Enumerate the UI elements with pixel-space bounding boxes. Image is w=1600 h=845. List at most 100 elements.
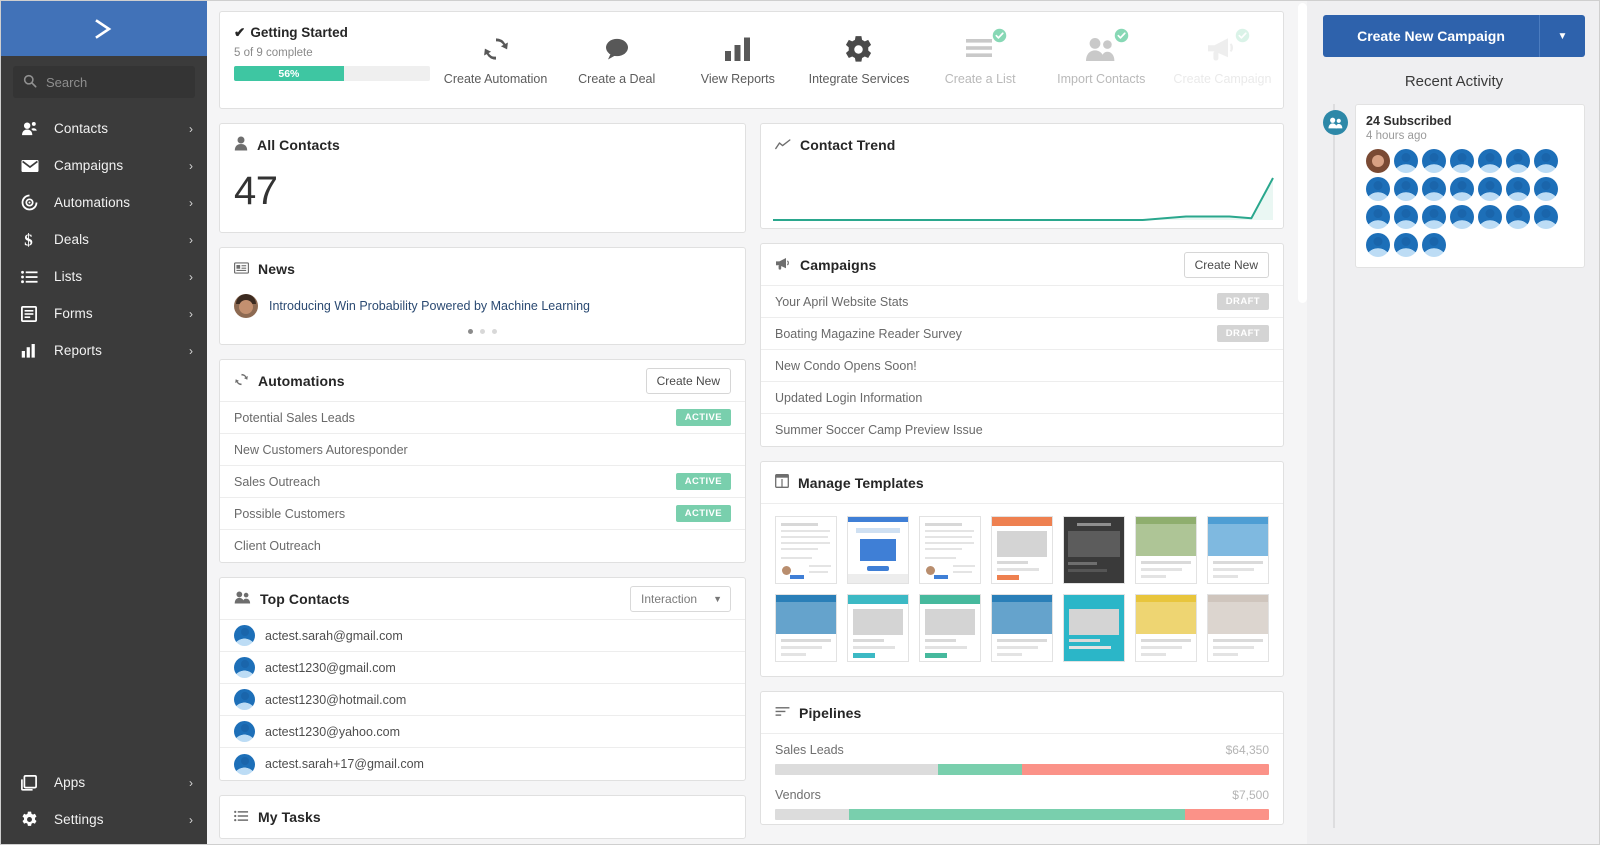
chevron-down-icon: ▼: [713, 593, 722, 604]
automation-name: Client Outreach: [234, 539, 321, 553]
dashboard-columns: All Contacts 47 News Introducing Win Pro…: [219, 123, 1284, 844]
avatar[interactable]: [1366, 233, 1390, 257]
forms-icon: [21, 305, 43, 322]
create-new-campaign-dropdown-toggle[interactable]: ▼: [1539, 15, 1585, 57]
search-input[interactable]: [46, 74, 185, 90]
avatar[interactable]: [1422, 149, 1446, 173]
avatar[interactable]: [1366, 149, 1390, 173]
template-thumbnail[interactable]: [775, 516, 837, 584]
template-thumbnail[interactable]: [991, 594, 1053, 662]
carousel-dot[interactable]: [492, 329, 497, 334]
step-import-contacts[interactable]: Import Contacts: [1041, 12, 1162, 86]
avatar[interactable]: [1366, 177, 1390, 201]
list-item[interactable]: Your April Website Stats DRAFT: [761, 286, 1283, 318]
list-item[interactable]: Sales Outreach ACTIVE: [220, 466, 745, 498]
lines-icon: [965, 28, 1007, 66]
list-item[interactable]: Updated Login Information: [761, 382, 1283, 414]
avatar[interactable]: [1534, 177, 1558, 201]
sidebar-item-campaigns[interactable]: Campaigns ›: [1, 147, 207, 184]
carousel-dot[interactable]: [480, 329, 485, 334]
news-item[interactable]: Introducing Win Probability Powered by M…: [220, 290, 745, 320]
main-content: ✔ Getting Started 5 of 9 complete 56% Cr…: [207, 1, 1296, 844]
avatar[interactable]: [1422, 205, 1446, 229]
template-thumbnail[interactable]: [919, 516, 981, 584]
template-thumbnail[interactable]: [1063, 594, 1125, 662]
list-item[interactable]: actest.sarah+17@gmail.com: [220, 748, 745, 780]
step-create-campaign[interactable]: Create Campaign: [1162, 12, 1283, 86]
create-new-campaign-button[interactable]: Create New Campaign: [1323, 15, 1539, 57]
avatar[interactable]: [1534, 205, 1558, 229]
template-thumbnail[interactable]: [1207, 594, 1269, 662]
step-create-a-list[interactable]: Create a List: [920, 12, 1041, 86]
chevron-down-icon: ▼: [1557, 30, 1568, 42]
template-thumbnail[interactable]: [847, 594, 909, 662]
sidebar-item-automations[interactable]: Automations ›: [1, 184, 207, 221]
step-create-a-deal[interactable]: Create a Deal: [556, 12, 677, 86]
avatar[interactable]: [1506, 149, 1530, 173]
sidebar-item-lists[interactable]: Lists ›: [1, 258, 207, 295]
template-thumbnail[interactable]: [847, 516, 909, 584]
sidebar-item-settings[interactable]: Settings ›: [1, 801, 207, 838]
vertical-scrollbar[interactable]: [1298, 3, 1307, 303]
avatar[interactable]: [1422, 233, 1446, 257]
template-thumbnail[interactable]: [1135, 516, 1197, 584]
list-item[interactable]: Client Outreach: [220, 530, 745, 562]
avatar[interactable]: [1366, 205, 1390, 229]
activity-item[interactable]: 24 Subscribed 4 hours ago: [1323, 104, 1585, 268]
pipeline-row[interactable]: Sales Leads $64,350: [761, 734, 1283, 779]
template-thumbnail[interactable]: [1207, 516, 1269, 584]
list-item[interactable]: New Customers Autoresponder: [220, 434, 745, 466]
sidebar-item-apps[interactable]: Apps ›: [1, 764, 207, 801]
activity-headline: 24 Subscribed: [1366, 114, 1452, 128]
avatar[interactable]: [1478, 149, 1502, 173]
sidebar-item-deals[interactable]: $ Deals ›: [1, 221, 207, 258]
app-logo[interactable]: [1, 1, 207, 56]
automations-list: Potential Sales Leads ACTIVE New Custome…: [220, 402, 745, 562]
avatar[interactable]: [1478, 177, 1502, 201]
avatar[interactable]: [1478, 205, 1502, 229]
list-item[interactable]: Summer Soccer Camp Preview Issue: [761, 414, 1283, 446]
create-new-campaign-button[interactable]: Create New: [1183, 251, 1269, 278]
avatar[interactable]: [1394, 149, 1418, 173]
avatar: [234, 689, 255, 710]
two-people-icon: [1085, 28, 1129, 66]
list-item[interactable]: actest1230@hotmail.com: [220, 684, 745, 716]
template-thumbnail[interactable]: [1063, 516, 1125, 584]
avatar[interactable]: [1450, 177, 1474, 201]
avatar[interactable]: [1450, 149, 1474, 173]
search-box[interactable]: [13, 66, 195, 98]
step-view-reports[interactable]: View Reports: [677, 12, 798, 86]
list-item[interactable]: actest1230@gmail.com: [220, 652, 745, 684]
sidebar-item-contacts[interactable]: Contacts ›: [1, 110, 207, 147]
avatar[interactable]: [1394, 233, 1418, 257]
list-item[interactable]: actest.sarah@gmail.com: [220, 620, 745, 652]
contact-trend-header: Contact Trend: [761, 124, 1283, 166]
step-integrate-services[interactable]: Integrate Services: [798, 12, 919, 86]
template-thumbnail[interactable]: [919, 594, 981, 662]
create-new-automation-button[interactable]: Create New: [645, 367, 731, 394]
avatar[interactable]: [1394, 205, 1418, 229]
sidebar-item-reports[interactable]: Reports ›: [1, 332, 207, 369]
avatar[interactable]: [1394, 177, 1418, 201]
list-item[interactable]: Possible Customers ACTIVE: [220, 498, 745, 530]
pipeline-row[interactable]: Vendors $7,500: [761, 779, 1283, 824]
news-headline-link[interactable]: Introducing Win Probability Powered by M…: [269, 299, 590, 313]
avatar[interactable]: [1534, 149, 1558, 173]
list-item[interactable]: Boating Magazine Reader Survey DRAFT: [761, 318, 1283, 350]
top-contacts-filter-select[interactable]: Interaction ▼: [630, 585, 731, 612]
progress-bar-track: 56%: [234, 66, 430, 81]
avatar[interactable]: [1506, 177, 1530, 201]
getting-started-title: ✔ Getting Started: [234, 25, 435, 41]
avatar[interactable]: [1450, 205, 1474, 229]
step-create-automation[interactable]: Create Automation: [435, 12, 556, 86]
list-item[interactable]: New Condo Opens Soon!: [761, 350, 1283, 382]
list-item[interactable]: Potential Sales Leads ACTIVE: [220, 402, 745, 434]
avatar[interactable]: [1506, 205, 1530, 229]
template-thumbnail[interactable]: [991, 516, 1053, 584]
template-thumbnail[interactable]: [1135, 594, 1197, 662]
sidebar-item-forms[interactable]: Forms ›: [1, 295, 207, 332]
avatar[interactable]: [1422, 177, 1446, 201]
list-item[interactable]: actest1230@yahoo.com: [220, 716, 745, 748]
template-thumbnail[interactable]: [775, 594, 837, 662]
carousel-dot[interactable]: [468, 329, 473, 334]
